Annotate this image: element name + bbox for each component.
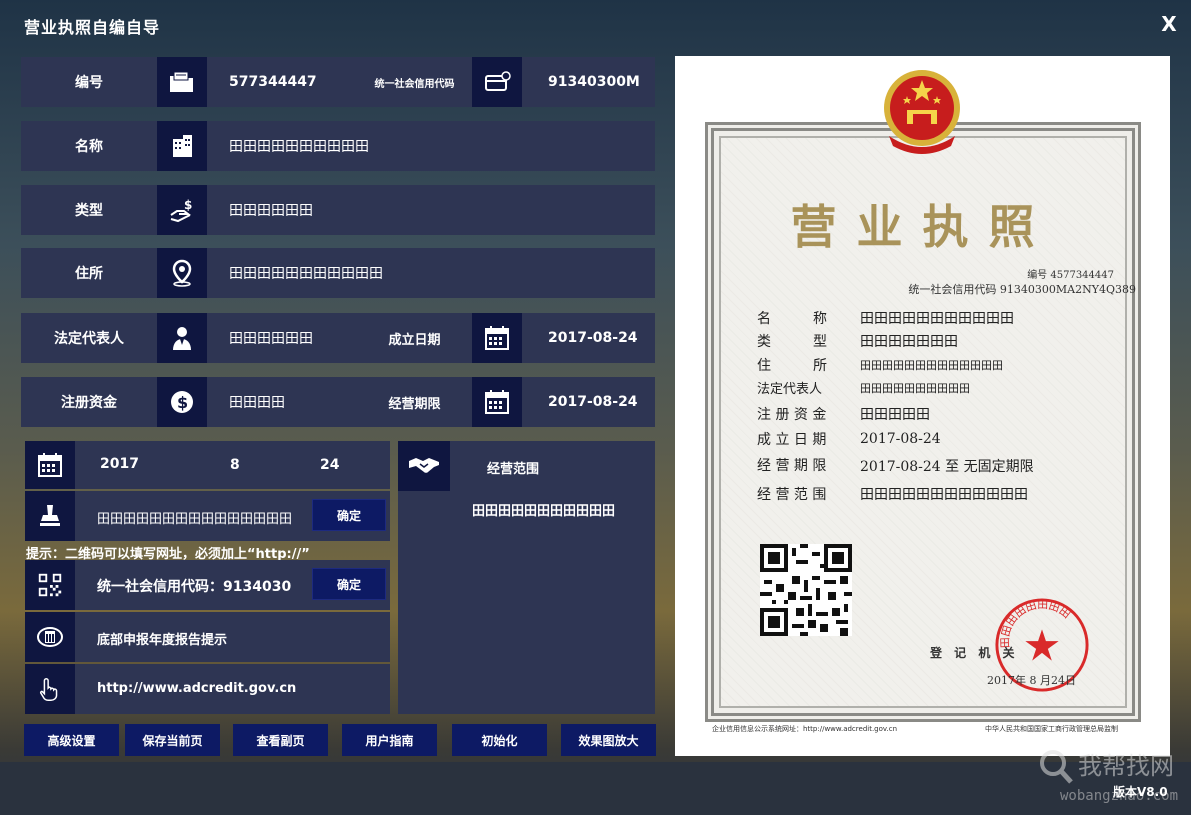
calendar-icon[interactable] [25, 441, 75, 489]
cert-field-value: 田田田田田田田 [860, 334, 958, 350]
name-label: 名称 [21, 121, 157, 171]
cert-field-label: 经 营 范 围 [757, 487, 827, 503]
scope-title: 经营范围 [487, 462, 540, 477]
status-bar [0, 762, 1191, 815]
number-label: 编号 [21, 57, 157, 107]
certificate-title: 营业执照 [790, 200, 1055, 254]
capital-label: 注册资金 [21, 377, 157, 427]
address-label: 住所 [21, 248, 157, 298]
row-legal-rep: 法定代表人 田田田田田田 成立日期 2017-08-24 [21, 313, 655, 363]
cert-field-label: 法定代表人 [757, 382, 823, 397]
card-icon [472, 57, 522, 107]
certificate-qr-code [760, 544, 852, 636]
coin-icon: $ [157, 377, 207, 427]
annual-report-notice[interactable]: 底部申报年度报告提示 [97, 629, 227, 648]
cert-field-label: 注 册 资 金 [757, 407, 827, 423]
pointer-hand-icon [25, 664, 75, 714]
user-guide-button[interactable]: 用户指南 [342, 724, 437, 756]
handshake-icon [398, 441, 450, 491]
svg-text:$: $ [177, 393, 188, 412]
name-input[interactable]: 田田田田田田田田田田 [207, 121, 655, 171]
cert-field-label: 经 营 期 限 [757, 458, 827, 474]
day-input[interactable]: 24 [320, 457, 339, 473]
credit-code-input[interactable]: 91340300M [522, 57, 655, 107]
emblem-icon [25, 612, 75, 662]
license-preview[interactable]: 营业执照 编号 4577344447 统一社会信用代码 91340300MA2N… [675, 56, 1170, 756]
cert-field-label: 成 立 日 期 [757, 432, 827, 448]
row-number: 编号 577344447 统一社会信用代码 91340300M [21, 57, 655, 107]
address-input[interactable]: 田田田田田田田田田田田 [207, 248, 655, 298]
type-input[interactable]: 田田田田田田 [207, 185, 655, 235]
folder-icon [157, 57, 207, 107]
year-input[interactable]: 2017 [100, 456, 139, 472]
month-input[interactable]: 8 [230, 457, 240, 473]
location-pin-icon [157, 248, 207, 298]
watermark: 我帮找网 wobangzhao.com [1030, 746, 1190, 815]
close-button[interactable]: X [1158, 12, 1180, 36]
watermark-text: 我帮找网 [1078, 752, 1174, 780]
cert-field-label: 住 所 [757, 358, 827, 374]
reset-button[interactable]: 初始化 [452, 724, 547, 756]
title-bar: 营业执照自编自导 X [0, 0, 1191, 52]
row-type: 类型 $ 田田田田田田 [21, 185, 655, 235]
authority-input[interactable]: 田田田田田田田田田田田田田田田 [97, 508, 292, 527]
url-input[interactable]: http://www.adcredit.gov.cn [97, 681, 296, 696]
found-date-input[interactable]: 2017-08-24 [522, 313, 655, 363]
row-capital: 注册资金 $ 田田田田 经营期限 2017-08-24 [21, 377, 655, 427]
zoom-preview-button[interactable]: 效果图放大 [561, 724, 656, 756]
calendar-icon[interactable] [472, 377, 522, 427]
cert-field-value: 田田田田田田田田田田田田 [860, 487, 1028, 503]
cert-field-value: 田田田田田田田田田田 [860, 382, 970, 395]
capital-input[interactable]: 田田田田 [207, 377, 357, 427]
legal-rep-input[interactable]: 田田田田田田 [207, 313, 357, 363]
term-input[interactable]: 2017-08-24 [522, 377, 655, 427]
cert-field-value: 2017-08-24 [860, 431, 941, 447]
footer-right: 中华人民共和国国家工商行政管理总局监制 [985, 725, 1118, 733]
svg-text:$: $ [184, 198, 192, 212]
qr-code-icon [25, 560, 75, 610]
app-title: 营业执照自编自导 [24, 18, 161, 37]
term-label: 经营期限 [357, 377, 472, 427]
qr-confirm-button[interactable]: 确定 [312, 568, 386, 600]
authority-confirm-button[interactable]: 确定 [312, 499, 386, 531]
calendar-icon[interactable] [472, 313, 522, 363]
scope-input[interactable]: 田田田田田田田田田田田 [472, 500, 615, 519]
view-copy-button[interactable]: 查看副页 [233, 724, 328, 756]
certificate-credit-code: 统一社会信用代码 91340300MA2NY4Q389 [908, 283, 1136, 296]
certificate-number: 编号 4577344447 [1027, 270, 1114, 281]
stamp-icon [25, 491, 75, 541]
person-icon [157, 313, 207, 363]
cert-field-label: 类 型 [757, 334, 827, 350]
row-name: 名称 田田田田田田田田田田 [21, 121, 655, 171]
found-date-label: 成立日期 [357, 313, 472, 363]
row-address: 住所 田田田田田田田田田田田 [21, 248, 655, 298]
registration-authority: 登 记 机 关 [930, 646, 1019, 660]
cert-field-value: 田田田田田 [860, 407, 930, 423]
building-icon [157, 121, 207, 171]
footer-left: 企业信用信息公示系统网址：http://www.adcredit.gov.cn [712, 725, 898, 733]
cert-field-value: 田田田田田田田田田田田田田 [860, 359, 1003, 372]
credit-code-label: 统一社会信用代码 [357, 57, 472, 107]
number-input[interactable]: 577344447 [207, 57, 357, 107]
qr-content-input[interactable]: 统一社会信用代码：9134030 [97, 576, 291, 596]
advanced-settings-button[interactable]: 高级设置 [24, 724, 119, 756]
registration-date: 2017年 8 月24日 [987, 674, 1076, 687]
national-emblem-icon [884, 70, 960, 154]
cert-field-value: 田田田田田田田田田田田 [860, 311, 1014, 327]
cert-field-value: 2017-08-24 至 无固定期限 [860, 459, 1034, 475]
save-page-button[interactable]: 保存当前页 [125, 724, 220, 756]
magnifier-icon [1040, 750, 1073, 784]
hand-money-icon: $ [157, 185, 207, 235]
cert-field-label: 名 称 [757, 311, 827, 327]
version-label: 版本V8.0 [1113, 785, 1168, 799]
type-label: 类型 [21, 185, 157, 235]
legal-rep-label: 法定代表人 [21, 313, 157, 363]
